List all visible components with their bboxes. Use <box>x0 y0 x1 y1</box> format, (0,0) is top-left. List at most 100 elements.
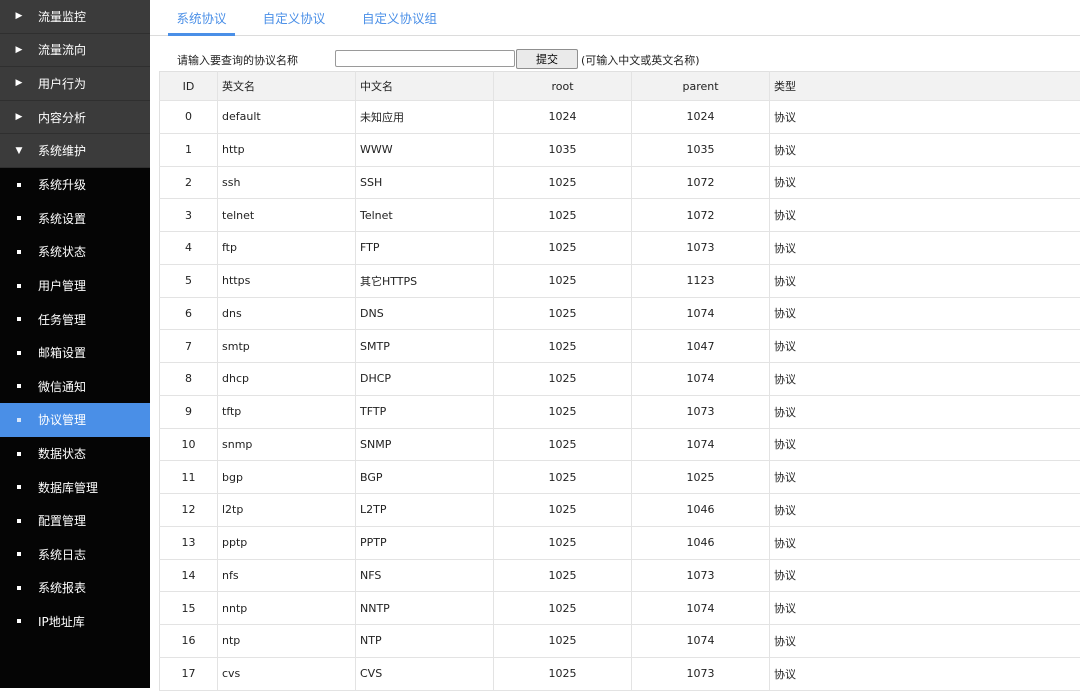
cell-id: 4 <box>160 232 218 265</box>
sidebar-group-traffic-flow[interactable]: ▶ 流量流向 <box>0 34 150 68</box>
column-header-parent: parent <box>632 72 770 101</box>
table-row: 3telnetTelnet10251072协议 <box>160 199 1080 232</box>
sidebar-item-label: 系统设置 <box>38 210 86 227</box>
sidebar-item-label: 用户管理 <box>38 277 86 294</box>
cell-type: 协议 <box>770 494 1080 527</box>
cell-root: 1024 <box>494 101 632 134</box>
cell-chinese-name: NNTP <box>356 592 494 625</box>
sidebar-item-ip-library[interactable]: IP地址库 <box>0 605 150 639</box>
bullet-icon <box>0 384 38 388</box>
sidebar-group-traffic-monitor[interactable]: ▶ 流量监控 <box>0 0 150 34</box>
sidebar-item-task-management[interactable]: 任务管理 <box>0 302 150 336</box>
caret-right-icon: ▶ <box>0 11 38 21</box>
submit-button[interactable]: 提交 <box>516 49 578 69</box>
cell-root: 1025 <box>494 526 632 559</box>
cell-root: 1035 <box>494 133 632 166</box>
cell-parent: 1072 <box>632 199 770 232</box>
cell-english-name: cvs <box>218 657 356 690</box>
cell-parent: 1047 <box>632 330 770 363</box>
sidebar-item-system-log[interactable]: 系统日志 <box>0 538 150 572</box>
cell-id: 10 <box>160 428 218 461</box>
cell-english-name: smtp <box>218 330 356 363</box>
cell-root: 1025 <box>494 625 632 658</box>
cell-parent: 1074 <box>632 363 770 396</box>
sidebar-item-system-report[interactable]: 系统报表 <box>0 571 150 605</box>
cell-parent: 1046 <box>632 494 770 527</box>
cell-type: 协议 <box>770 461 1080 494</box>
table-row: 6dnsDNS10251074协议 <box>160 297 1080 330</box>
sidebar: ▶ 流量监控 ▶ 流量流向 ▶ 用户行为 ▶ 内容分析 ▼ 系统维护 系统升级 … <box>0 0 150 688</box>
cell-type: 协议 <box>770 428 1080 461</box>
cell-id: 2 <box>160 166 218 199</box>
cell-root: 1025 <box>494 264 632 297</box>
cell-chinese-name: TFTP <box>356 395 494 428</box>
cell-root: 1025 <box>494 363 632 396</box>
sidebar-item-label: 协议管理 <box>38 411 86 428</box>
cell-id: 6 <box>160 297 218 330</box>
cell-type: 协议 <box>770 559 1080 592</box>
cell-type: 协议 <box>770 166 1080 199</box>
cell-chinese-name: DHCP <box>356 363 494 396</box>
cell-chinese-name: Telnet <box>356 199 494 232</box>
bullet-icon <box>0 452 38 456</box>
table-row: 14nfsNFS10251073协议 <box>160 559 1080 592</box>
caret-down-icon: ▼ <box>0 146 38 156</box>
column-header-id: ID <box>160 72 218 101</box>
cell-parent: 1046 <box>632 526 770 559</box>
cell-type: 协议 <box>770 232 1080 265</box>
tab-custom-protocol[interactable]: 自定义协议 <box>254 0 334 36</box>
protocol-table: ID 英文名 中文名 root parent 类型 0default未知应用10… <box>159 71 1080 691</box>
sidebar-item-mail-settings[interactable]: 邮箱设置 <box>0 336 150 370</box>
cell-english-name: pptp <box>218 526 356 559</box>
sidebar-item-config-management[interactable]: 配置管理 <box>0 504 150 538</box>
sidebar-item-system-status[interactable]: 系统状态 <box>0 235 150 269</box>
sidebar-item-system-upgrade[interactable]: 系统升级 <box>0 168 150 202</box>
sidebar-group-user-behavior[interactable]: ▶ 用户行为 <box>0 67 150 101</box>
cell-english-name: telnet <box>218 199 356 232</box>
cell-english-name: l2tp <box>218 494 356 527</box>
cell-english-name: dns <box>218 297 356 330</box>
sidebar-item-label: 配置管理 <box>38 512 86 529</box>
cell-type: 协议 <box>770 330 1080 363</box>
cell-root: 1025 <box>494 494 632 527</box>
protocol-search-input[interactable] <box>335 50 515 67</box>
sidebar-item-database-management[interactable]: 数据库管理 <box>0 470 150 504</box>
cell-id: 15 <box>160 592 218 625</box>
cell-parent: 1025 <box>632 461 770 494</box>
cell-english-name: snmp <box>218 428 356 461</box>
cell-id: 11 <box>160 461 218 494</box>
sidebar-group-label: 内容分析 <box>38 109 86 126</box>
sidebar-item-system-settings[interactable]: 系统设置 <box>0 202 150 236</box>
sidebar-item-wechat-notify[interactable]: 微信通知 <box>0 370 150 404</box>
cell-chinese-name: CVS <box>356 657 494 690</box>
tab-system-protocol[interactable]: 系统协议 <box>168 0 235 36</box>
tab-custom-protocol-group[interactable]: 自定义协议组 <box>352 0 447 36</box>
cell-chinese-name: SMTP <box>356 330 494 363</box>
table-header-row: ID 英文名 中文名 root parent 类型 <box>160 72 1080 101</box>
cell-chinese-name: 未知应用 <box>356 101 494 134</box>
sidebar-group-content-analysis[interactable]: ▶ 内容分析 <box>0 101 150 135</box>
sidebar-item-label: 任务管理 <box>38 311 86 328</box>
search-label: 请输入要查询的协议名称 <box>177 52 298 68</box>
cell-type: 协议 <box>770 199 1080 232</box>
sidebar-item-protocol-management[interactable]: 协议管理 <box>0 403 150 437</box>
cell-root: 1025 <box>494 461 632 494</box>
sidebar-item-data-status[interactable]: 数据状态 <box>0 437 150 471</box>
cell-root: 1025 <box>494 657 632 690</box>
cell-english-name: bgp <box>218 461 356 494</box>
cell-parent: 1074 <box>632 625 770 658</box>
cell-english-name: default <box>218 101 356 134</box>
sidebar-item-user-management[interactable]: 用户管理 <box>0 269 150 303</box>
cell-root: 1025 <box>494 592 632 625</box>
bullet-icon <box>0 519 38 523</box>
sidebar-item-label: 邮箱设置 <box>38 344 86 361</box>
cell-root: 1025 <box>494 330 632 363</box>
cell-id: 9 <box>160 395 218 428</box>
bullet-icon <box>0 351 38 355</box>
cell-parent: 1072 <box>632 166 770 199</box>
search-hint: (可输入中文或英文名称) <box>581 52 700 68</box>
cell-parent: 1035 <box>632 133 770 166</box>
cell-english-name: ntp <box>218 625 356 658</box>
sidebar-group-system-maintenance[interactable]: ▼ 系统维护 <box>0 134 150 168</box>
cell-id: 0 <box>160 101 218 134</box>
